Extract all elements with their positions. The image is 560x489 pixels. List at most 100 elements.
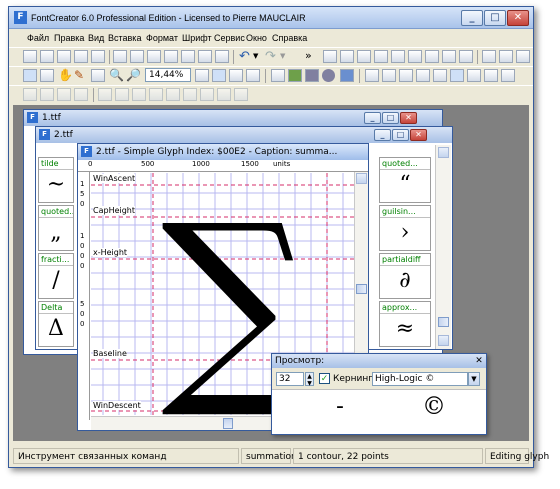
glyph-list-scrollbar[interactable] xyxy=(435,145,451,349)
metrics-icon[interactable] xyxy=(374,50,388,63)
new-icon[interactable] xyxy=(23,50,37,63)
close-icon[interactable]: ✕ xyxy=(472,354,486,368)
script-icon[interactable] xyxy=(516,50,530,63)
rotate-left-icon[interactable] xyxy=(149,88,163,101)
select-icon[interactable] xyxy=(198,50,212,63)
zoom-in-icon[interactable]: 🔍 xyxy=(109,68,124,82)
align-right-icon[interactable] xyxy=(57,88,71,101)
expand-icon[interactable] xyxy=(229,69,243,82)
fill-icon[interactable] xyxy=(340,69,354,82)
size-input[interactable]: 32 xyxy=(276,372,304,386)
glyph-cell[interactable]: tilde ~ xyxy=(38,157,74,203)
pencil-icon[interactable]: ✎ xyxy=(74,68,84,82)
open-icon[interactable] xyxy=(40,50,54,63)
menu-file[interactable]: Файл xyxy=(27,30,49,46)
grid-icon[interactable] xyxy=(365,69,379,82)
zoom-out-icon[interactable]: 🔎 xyxy=(126,68,141,82)
bitmap-icon[interactable] xyxy=(450,69,464,82)
menu-insert[interactable]: Вставка xyxy=(108,30,141,46)
center-icon[interactable] xyxy=(217,88,231,101)
menu-view[interactable]: Вид xyxy=(88,30,104,46)
guides-icon[interactable] xyxy=(399,69,413,82)
glyph-cell[interactable]: quoted... „ xyxy=(38,205,74,251)
scroll-up-button[interactable] xyxy=(438,147,449,158)
fill-preview-icon[interactable] xyxy=(484,69,498,82)
size-spinner[interactable]: ▲ ▼ xyxy=(305,372,314,387)
cut-icon[interactable] xyxy=(113,50,127,63)
close-button[interactable]: ✕ xyxy=(410,129,427,141)
node-tool-icon[interactable] xyxy=(91,69,105,82)
glyph-cell[interactable]: partialdiff ∂ xyxy=(379,253,431,299)
glyph-info-icon[interactable] xyxy=(340,50,354,63)
flip-horizontal-icon[interactable] xyxy=(98,88,112,101)
find-icon[interactable] xyxy=(215,50,229,63)
validate-icon[interactable] xyxy=(425,50,439,63)
menu-service[interactable]: Сервис xyxy=(214,30,245,46)
contour-icon[interactable] xyxy=(40,69,54,82)
import-icon[interactable] xyxy=(482,50,496,63)
align-center-icon[interactable] xyxy=(40,88,54,101)
test-font-icon[interactable] xyxy=(408,50,422,63)
maximize-button[interactable]: □ xyxy=(392,129,409,141)
export-icon[interactable] xyxy=(499,50,513,63)
kerning-icon[interactable] xyxy=(391,50,405,63)
minimize-button[interactable]: _ xyxy=(374,129,391,141)
redo-icon[interactable]: ↷ xyxy=(265,49,276,64)
chevron-down-icon[interactable]: ▼ xyxy=(280,52,285,60)
align-top-icon[interactable] xyxy=(74,88,88,101)
maximize-button[interactable]: □ xyxy=(484,10,506,26)
menu-font[interactable]: Шрифт xyxy=(182,30,212,46)
select-all-icon[interactable] xyxy=(212,69,226,82)
kerning-checkbox[interactable]: ✓ xyxy=(319,373,330,384)
flip-vertical-icon[interactable] xyxy=(115,88,129,101)
glyph-outline[interactable]: ∑ xyxy=(161,177,311,415)
hint-icon[interactable] xyxy=(501,69,515,82)
preview-icon[interactable] xyxy=(459,50,473,63)
toolbar-overflow-icon[interactable]: » xyxy=(305,49,312,62)
install-icon[interactable] xyxy=(442,50,456,63)
rotate-right-icon[interactable] xyxy=(166,88,180,101)
scroll-thumb[interactable] xyxy=(223,418,233,429)
close-button[interactable]: ✕ xyxy=(507,10,529,26)
scroll-up-button[interactable] xyxy=(356,173,367,184)
save-all-icon[interactable] xyxy=(74,50,88,63)
print-icon[interactable] xyxy=(91,50,105,63)
close-button[interactable]: ✕ xyxy=(400,112,417,124)
fit-icon[interactable] xyxy=(195,69,209,82)
menu-help[interactable]: Справка xyxy=(272,30,307,46)
hand-icon[interactable]: ✋ xyxy=(58,68,73,82)
paste-special-icon[interactable] xyxy=(164,50,178,63)
maximize-button[interactable]: □ xyxy=(382,112,399,124)
glyph-properties-icon[interactable] xyxy=(323,50,337,63)
menu-window[interactable]: Окно xyxy=(246,30,267,46)
scroll-down-button[interactable] xyxy=(438,335,449,346)
mirror-icon[interactable] xyxy=(183,88,197,101)
image-icon[interactable] xyxy=(271,69,285,82)
font-properties-icon[interactable] xyxy=(357,50,371,63)
metrics-lines-icon[interactable] xyxy=(433,69,447,82)
glyph-cell[interactable]: fracti... / xyxy=(38,253,74,299)
chevron-down-icon[interactable]: ▼ xyxy=(253,52,258,60)
pointer-icon[interactable] xyxy=(23,69,37,82)
zoom-field[interactable]: 14,44% xyxy=(145,68,191,82)
delete-icon[interactable] xyxy=(181,50,195,63)
glyph-cell[interactable]: quoted... “ xyxy=(379,157,431,203)
scroll-thumb[interactable] xyxy=(438,317,449,327)
undo-icon[interactable]: ↶ xyxy=(239,49,250,64)
menu-format[interactable]: Формат xyxy=(146,30,178,46)
rectangle-icon[interactable] xyxy=(305,69,319,82)
combine-icon[interactable] xyxy=(234,88,248,101)
grid-snap-icon[interactable] xyxy=(382,69,396,82)
align-left-icon[interactable] xyxy=(23,88,37,101)
menu-edit[interactable]: Правка xyxy=(54,30,84,46)
chevron-down-icon[interactable]: ▼ xyxy=(468,372,480,386)
minimize-button[interactable]: _ xyxy=(461,10,483,26)
glyph-cell[interactable]: approx... ≈ xyxy=(379,301,431,347)
transform-icon[interactable] xyxy=(246,69,260,82)
points-icon[interactable] xyxy=(416,69,430,82)
distribute-icon[interactable] xyxy=(200,88,214,101)
copy-icon[interactable] xyxy=(130,50,144,63)
glyph-cell[interactable]: Delta Δ xyxy=(38,301,74,347)
paste-icon[interactable] xyxy=(147,50,161,63)
line-icon[interactable] xyxy=(288,69,302,82)
